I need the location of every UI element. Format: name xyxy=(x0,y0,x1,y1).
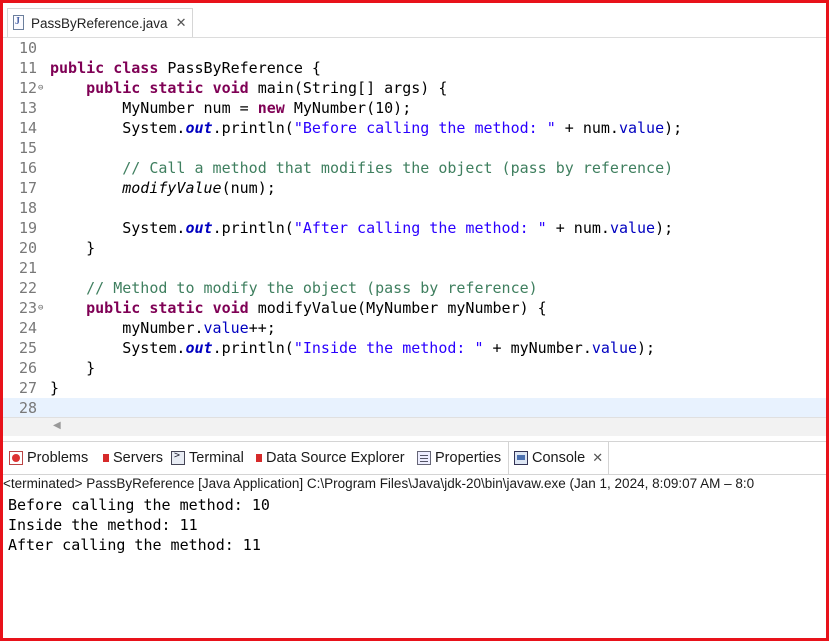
code-line[interactable]: 16 // Call a method that modifies the ob… xyxy=(3,158,826,178)
code-text: System.out.println("Inside the method: "… xyxy=(50,339,656,357)
code-line[interactable]: 17 modifyValue(num); xyxy=(3,178,826,198)
tab-properties-label: Properties xyxy=(435,450,502,466)
code-text: myNumber.value++; xyxy=(50,319,276,337)
code-text: public class PassByReference { xyxy=(50,59,321,77)
line-number: 11 xyxy=(18,59,37,77)
tab-servers[interactable]: Servers xyxy=(103,442,163,474)
code-line[interactable]: 22 // Method to modify the object (pass … xyxy=(3,278,826,298)
code-line[interactable]: 28 xyxy=(3,398,826,418)
data-source-icon xyxy=(256,454,262,462)
line-number: 10 xyxy=(18,39,37,57)
console-line: After calling the method: 11 xyxy=(8,536,261,554)
line-number: 21 xyxy=(18,259,37,277)
line-number: 12 xyxy=(18,79,37,97)
code-line[interactable]: 10 xyxy=(3,38,826,58)
code-text: modifyValue(num); xyxy=(122,179,276,197)
code-line[interactable]: 11 public class PassByReference { xyxy=(3,58,826,78)
code-text: // Method to modify the object (pass by … xyxy=(86,279,538,297)
console-output[interactable]: Before calling the method: 10 Inside the… xyxy=(8,495,270,555)
horizontal-scrollbar[interactable]: ◀ xyxy=(3,417,826,436)
tab-problems-label: Problems xyxy=(27,450,89,466)
editor-tab-label: PassByReference.java xyxy=(31,15,168,31)
close-icon[interactable]: ✕ xyxy=(176,15,187,31)
tab-servers-label: Servers xyxy=(113,450,163,466)
terminal-icon xyxy=(171,450,185,465)
tab-terminal[interactable]: Terminal xyxy=(171,442,244,474)
console-line: Before calling the method: 10 xyxy=(8,496,270,514)
scroll-left-icon[interactable]: ◀ xyxy=(53,420,61,431)
tab-problems[interactable]: Problems xyxy=(9,442,88,474)
code-line[interactable]: 14 System.out.println("Before calling th… xyxy=(3,118,826,138)
console-line: Inside the method: 11 xyxy=(8,516,198,534)
code-text: System.out.println("After calling the me… xyxy=(50,219,674,237)
editor-tab-bar: J PassByReference.java ✕ xyxy=(3,3,826,38)
code-line[interactable]: 27} xyxy=(3,378,826,398)
close-icon[interactable]: ✕ xyxy=(592,450,603,466)
bottom-panel-tabs: Problems Servers Terminal Data Source Ex… xyxy=(3,441,826,475)
line-number: 24 xyxy=(18,319,37,337)
code-text: public static void modifyValue(MyNumber … xyxy=(86,299,547,317)
code-line[interactable]: 23 ⊖ public static void modifyValue(MyNum… xyxy=(3,298,826,318)
tab-console[interactable]: Console ✕ xyxy=(508,442,610,474)
code-text: } xyxy=(50,359,96,377)
code-text: System.out.println("Before calling the m… xyxy=(50,119,683,137)
java-file-icon: J xyxy=(12,15,26,31)
line-number: 18 xyxy=(18,199,37,217)
code-line[interactable]: 25 System.out.println("Inside the method… xyxy=(3,338,826,358)
code-line[interactable]: 13 MyNumber num = new MyNumber(10); xyxy=(3,98,826,118)
code-text: } xyxy=(50,379,60,397)
ide-window: J PassByReference.java ✕ 10 11 public clas… xyxy=(0,0,829,641)
line-number: 14 xyxy=(18,119,37,137)
code-line[interactable]: 15 xyxy=(3,138,826,158)
code-line[interactable]: 12 ⊖ public static void main(String[] arg… xyxy=(3,78,826,98)
console-icon xyxy=(514,451,528,465)
code-text: // Call a method that modifies the objec… xyxy=(122,159,674,177)
servers-icon xyxy=(103,454,109,462)
editor-tab-passbyreference[interactable]: J PassByReference.java ✕ xyxy=(7,8,194,37)
line-number: 25 xyxy=(18,339,37,357)
code-line[interactable]: 21 xyxy=(3,258,826,278)
line-number: 19 xyxy=(18,219,37,237)
line-number: 16 xyxy=(18,159,37,177)
tab-terminal-label: Terminal xyxy=(189,450,244,466)
line-number: 27 xyxy=(18,379,37,397)
code-editor[interactable]: 10 11 public class PassByReference {12 ⊖ pu… xyxy=(3,38,826,418)
code-text: public static void main(String[] args) { xyxy=(86,79,448,97)
line-number: 23 xyxy=(18,299,37,317)
properties-icon xyxy=(417,451,431,465)
tab-data-source-explorer[interactable]: Data Source Explorer xyxy=(256,442,405,474)
fold-icon[interactable]: ⊖ xyxy=(38,298,43,318)
console-status-header: <terminated> PassByReference [Java Appli… xyxy=(3,476,755,491)
code-line[interactable]: 20 } xyxy=(3,238,826,258)
line-number: 17 xyxy=(18,179,37,197)
code-line[interactable]: 24 myNumber.value++; xyxy=(3,318,826,338)
code-line[interactable]: 26 } xyxy=(3,358,826,378)
problems-icon xyxy=(9,451,23,465)
code-text: MyNumber num = new MyNumber(10); xyxy=(50,99,412,117)
code-text: } xyxy=(50,239,96,257)
tab-properties[interactable]: Properties xyxy=(417,442,501,474)
line-number: 22 xyxy=(18,279,37,297)
line-number: 20 xyxy=(18,239,37,257)
line-number: 15 xyxy=(18,139,37,157)
tab-data-source-label: Data Source Explorer xyxy=(266,450,405,466)
code-line[interactable]: 18 xyxy=(3,198,826,218)
line-number: 13 xyxy=(18,99,37,117)
fold-icon[interactable]: ⊖ xyxy=(38,78,43,98)
tab-console-label: Console xyxy=(532,450,586,466)
code-line[interactable]: 19 System.out.println("After calling the… xyxy=(3,218,826,238)
line-number: 28 xyxy=(18,399,37,417)
line-number: 26 xyxy=(18,359,37,377)
